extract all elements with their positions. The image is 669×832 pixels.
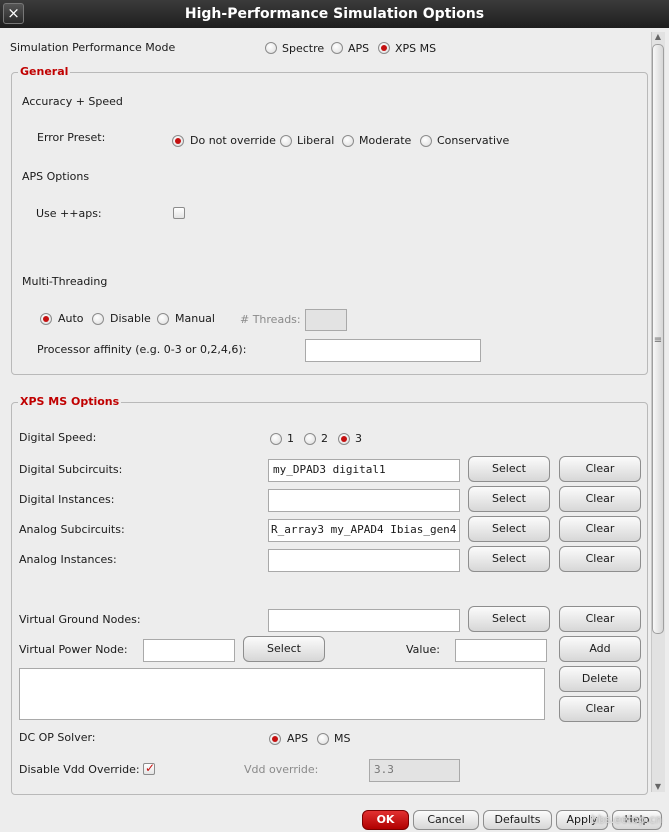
analog-subckts-clear-button[interactable]: Clear <box>559 516 641 542</box>
vgnd-select-button[interactable]: Select <box>468 606 550 632</box>
delete-button[interactable]: Delete <box>559 666 641 692</box>
error-preset-moderate-radio[interactable] <box>342 135 354 147</box>
dcop-ms-label: MS <box>334 732 351 745</box>
threads-input[interactable] <box>305 309 347 331</box>
affinity-label: Processor affinity (e.g. 0-3 or 0,2,4,6)… <box>37 343 247 356</box>
vpwr-label: Virtual Power Node: <box>19 643 128 656</box>
vgnd-input[interactable] <box>268 609 460 632</box>
perf-mode-spectre-radio[interactable] <box>265 42 277 54</box>
vgnd-clear-button[interactable]: Clear <box>559 606 641 632</box>
mt-disable-label: Disable <box>110 312 151 325</box>
mt-auto-radio[interactable] <box>40 313 52 325</box>
analog-inst-input[interactable] <box>268 549 460 572</box>
value-input[interactable] <box>455 639 547 662</box>
error-preset-conservative-label: Conservative <box>437 134 510 147</box>
vpwr-list[interactable] <box>19 668 545 720</box>
analog-inst-clear-button[interactable]: Clear <box>559 546 641 572</box>
analog-subckts-select-button[interactable]: Select <box>468 516 550 542</box>
speed-1-label: 1 <box>287 432 294 445</box>
scroll-grip-icon: ≡ <box>653 335 663 346</box>
analog-subckts-input[interactable]: R_array3 my_APAD4 Ibias_gen4 <box>268 519 460 542</box>
speed-2-label: 2 <box>321 432 328 445</box>
scroll-up-icon[interactable]: ▲ <box>651 32 665 41</box>
window-title: High-Performance Simulation Options <box>184 6 485 22</box>
analog-subckts-label: Analog Subcircuits: <box>19 523 125 536</box>
dcop-aps-label: APS <box>287 732 309 745</box>
vdd-input[interactable]: 3.3 <box>369 759 460 782</box>
add-button[interactable]: Add <box>559 636 641 662</box>
threads-label: # Threads: <box>240 313 301 326</box>
analog-inst-label: Analog Instances: <box>19 553 117 566</box>
perf-mode-aps-label: APS <box>348 42 370 55</box>
digital-subckts-clear-button[interactable]: Clear <box>559 456 641 482</box>
defaults-button[interactable]: Defaults <box>483 810 552 830</box>
digital-subckts-label: Digital Subcircuits: <box>19 463 123 476</box>
ok-button[interactable]: OK <box>362 810 409 830</box>
use-aps-label: Use ++aps: <box>36 207 102 220</box>
multithreading-heading: Multi-Threading <box>22 275 108 288</box>
vpwr-select-button[interactable]: Select <box>243 636 325 662</box>
xps-ms-group-title: XPS MS Options <box>18 395 122 408</box>
cancel-button[interactable]: Cancel <box>413 810 479 830</box>
mt-auto-label: Auto <box>58 312 84 325</box>
accuracy-heading: Accuracy + Speed <box>22 95 123 108</box>
perf-mode-label: Simulation Performance Mode <box>10 41 176 54</box>
dcop-label: DC OP Solver: <box>19 731 96 744</box>
vdd-label: Vdd override: <box>244 763 319 776</box>
perf-mode-xpsms-label: XPS MS <box>395 42 437 55</box>
error-preset-liberal-radio[interactable] <box>280 135 292 147</box>
vpwr-input[interactable] <box>143 639 235 662</box>
value-label: Value: <box>406 643 440 656</box>
perf-mode-aps-radio[interactable] <box>331 42 343 54</box>
mt-manual-label: Manual <box>175 312 215 325</box>
error-preset-liberal-label: Liberal <box>297 134 335 147</box>
digital-inst-label: Digital Instances: <box>19 493 115 506</box>
use-aps-checkbox[interactable] <box>173 207 185 219</box>
error-preset-label: Error Preset: <box>37 131 106 144</box>
speed-3-radio[interactable] <box>338 433 350 445</box>
close-icon[interactable]: × <box>3 3 24 24</box>
speed-1-radio[interactable] <box>270 433 282 445</box>
mt-manual-radio[interactable] <box>157 313 169 325</box>
vdd-override-checkbox[interactable] <box>143 761 155 775</box>
digital-inst-clear-button[interactable]: Clear <box>559 486 641 512</box>
dcop-aps-radio[interactable] <box>269 733 281 745</box>
mt-disable-radio[interactable] <box>92 313 104 325</box>
error-preset-moderate-label: Moderate <box>359 134 412 147</box>
digital-inst-select-button[interactable]: Select <box>468 486 550 512</box>
speed-3-label: 3 <box>355 432 362 445</box>
window-titlebar: High-Performance Simulation Options <box>0 0 669 28</box>
digital-speed-label: Digital Speed: <box>19 431 97 444</box>
analog-inst-select-button[interactable]: Select <box>468 546 550 572</box>
perf-mode-xpsms-radio[interactable] <box>378 42 390 54</box>
vgnd-label: Virtual Ground Nodes: <box>19 613 141 626</box>
perf-mode-spectre-label: Spectre <box>282 42 325 55</box>
digital-inst-input[interactable] <box>268 489 460 512</box>
digital-subckts-input[interactable]: my_DPAD3 digital1 <box>268 459 460 482</box>
general-group-title: General <box>18 65 71 78</box>
list-clear-button[interactable]: Clear <box>559 696 641 722</box>
dcop-ms-radio[interactable] <box>317 733 329 745</box>
error-preset-dno-label: Do not override <box>190 134 276 147</box>
digital-subckts-select-button[interactable]: Select <box>468 456 550 482</box>
vdd-override-label: Disable Vdd Override: <box>19 763 140 776</box>
scroll-down-icon[interactable]: ▼ <box>651 782 665 791</box>
error-preset-dno-radio[interactable] <box>172 135 184 147</box>
speed-2-radio[interactable] <box>304 433 316 445</box>
watermark-text: bbs.eetop.cn <box>591 813 663 826</box>
aps-options-heading: APS Options <box>22 170 90 183</box>
affinity-input[interactable] <box>305 339 481 362</box>
error-preset-conservative-radio[interactable] <box>420 135 432 147</box>
